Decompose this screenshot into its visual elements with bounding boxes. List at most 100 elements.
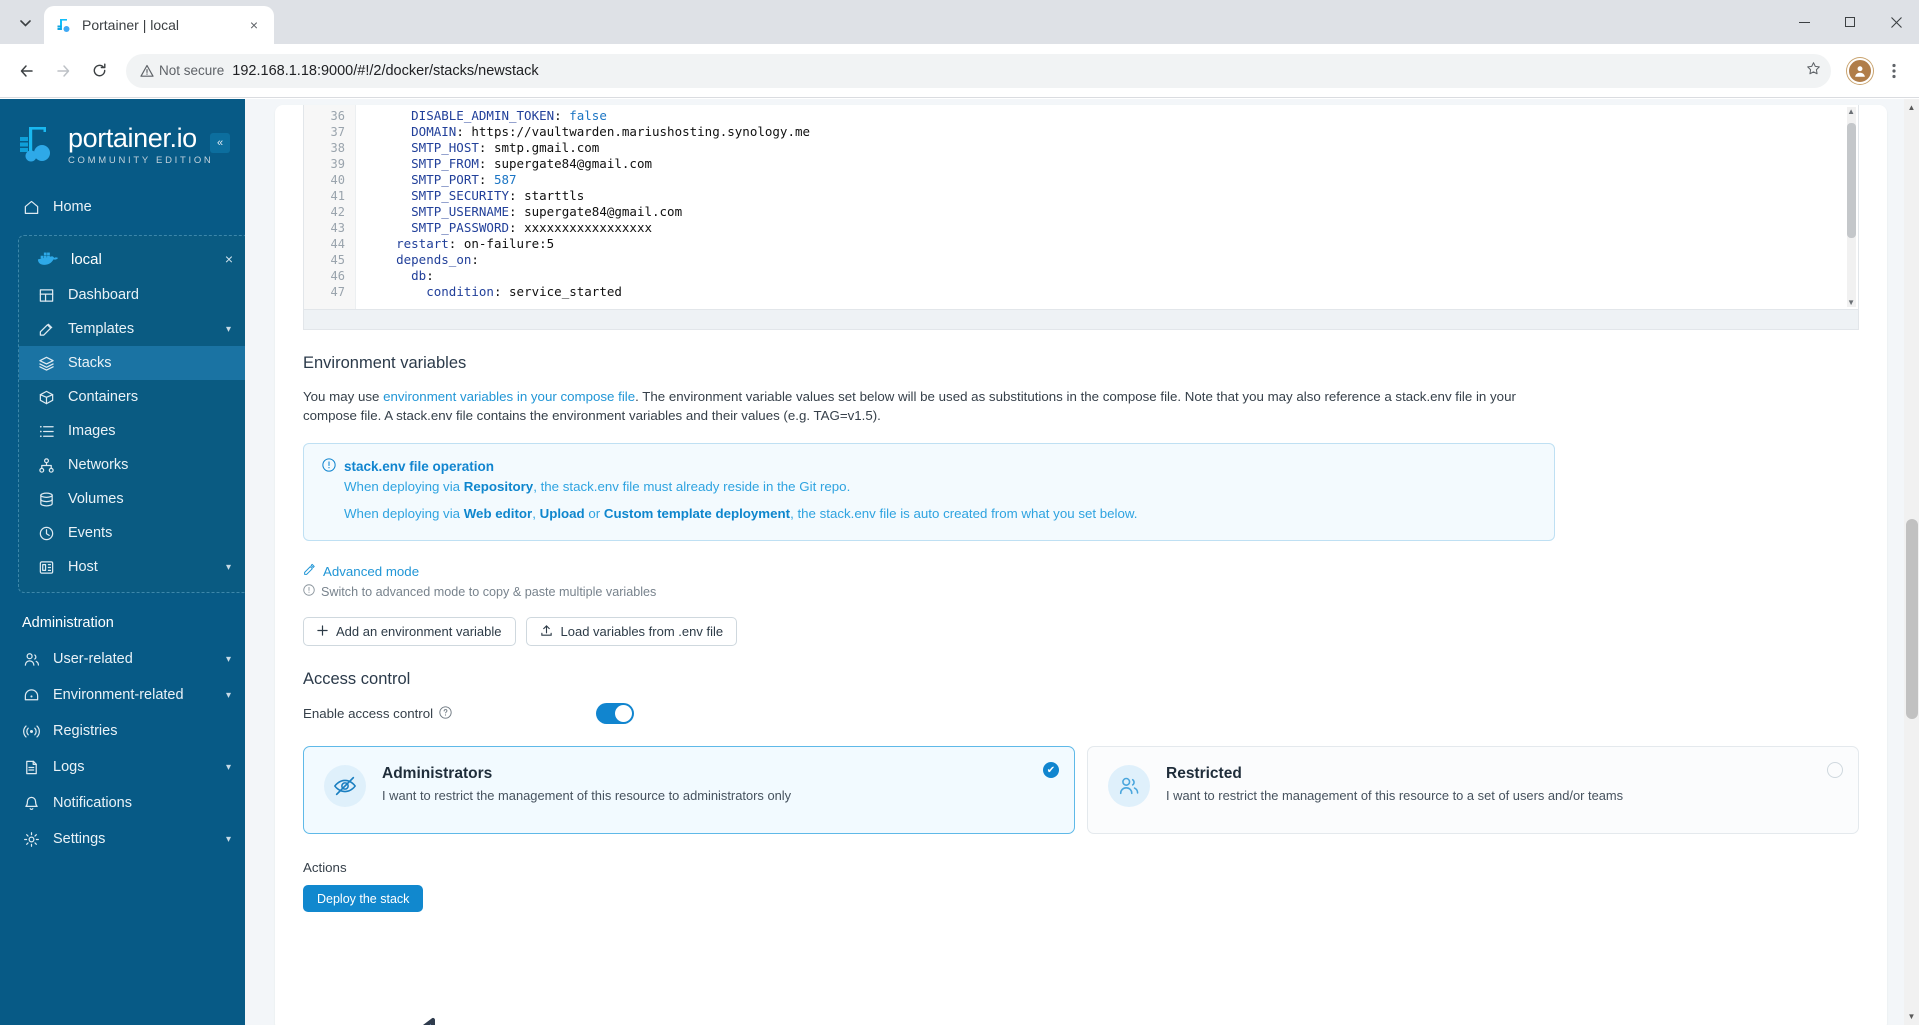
sidebar-item-volumes[interactable]: Volumes <box>19 482 245 516</box>
sidebar-environment-local[interactable]: local × <box>19 240 245 278</box>
sidebar-item-settings[interactable]: Settings ▾ <box>0 821 245 857</box>
deploy-the-stack-button[interactable]: Deploy the stack <box>303 885 424 912</box>
plus-icon <box>317 624 328 639</box>
chevron-down-icon[interactable]: ▾ <box>226 654 231 665</box>
sidebar-item-user-related[interactable]: User-related ▾ <box>0 641 245 677</box>
profile-avatar[interactable] <box>1847 57 1873 84</box>
url-text: 192.168.1.18:9000/#!/2/docker/stacks/new… <box>232 62 539 79</box>
maximize-button[interactable] <box>1827 0 1873 44</box>
advanced-mode-hint: Switch to advanced mode to copy & paste … <box>303 584 1859 599</box>
back-button[interactable] <box>10 54 44 88</box>
load-variables-label: Load variables from .env file <box>560 624 724 639</box>
sidebar-item-logs[interactable]: Logs ▾ <box>0 749 245 785</box>
sidebar-item-label: Volumes <box>68 491 124 507</box>
access-option-restricted[interactable]: Restricted I want to restrict the manage… <box>1087 746 1859 834</box>
sidebar-item-registries[interactable]: Registries <box>0 713 245 749</box>
editor-line-number: 40 <box>330 173 345 187</box>
sidebar-item-networks[interactable]: Networks <box>19 448 245 482</box>
tab-search-icon[interactable] <box>8 6 42 40</box>
page-scrollbar[interactable]: ▲ ▼ <box>1904 99 1919 1025</box>
sidebar-item-home[interactable]: Home <box>0 189 245 225</box>
tab-close-icon[interactable]: × <box>244 15 264 35</box>
bookmark-star-icon[interactable] <box>1806 61 1821 80</box>
access-option-administrators[interactable]: Administrators I want to restrict the ma… <box>303 746 1075 834</box>
line2-a: When deploying via <box>344 506 464 521</box>
access-option-radio[interactable] <box>1827 762 1843 778</box>
editor-scroll-thumb[interactable] <box>1847 123 1856 238</box>
enable-access-control-toggle[interactable] <box>596 703 635 724</box>
networks-icon <box>37 456 55 474</box>
sidebar-item-events[interactable]: Events <box>19 516 245 550</box>
advanced-mode-link[interactable]: Advanced mode <box>303 563 1859 579</box>
sidebar-item-images[interactable]: Images <box>19 414 245 448</box>
minimize-button[interactable] <box>1781 0 1827 44</box>
containers-icon <box>37 388 55 406</box>
sidebar-item-stacks[interactable]: Stacks <box>19 346 245 380</box>
question-circle-icon[interactable] <box>439 705 452 722</box>
editor-code[interactable]: DISABLE_ADMIN_TOKEN: false DOMAIN: https… <box>356 105 1858 309</box>
address-bar[interactable]: Not secure 192.168.1.18:9000/#!/2/docker… <box>126 53 1831 88</box>
environment-close-icon[interactable]: × <box>225 251 233 267</box>
editor-code-line: SMTP_PORT: 587 <box>411 172 517 187</box>
access-control-toggle-row: Enable access control <box>303 703 1859 724</box>
sidebar-item-templates[interactable]: Templates ▾ <box>19 312 245 346</box>
access-control-title: Access control <box>303 670 411 688</box>
close-window-button[interactable] <box>1873 0 1919 44</box>
chevron-down-icon[interactable]: ▾ <box>226 562 231 573</box>
reload-button[interactable] <box>82 54 116 88</box>
editor-line-number: 46 <box>330 269 345 283</box>
users-icon <box>1108 765 1150 807</box>
sidebar-collapse-button[interactable]: « <box>210 133 230 153</box>
main-content: 36 37 38 39 40 41 42 43 44 45 46 47 DISABLE_ADMIN_T… <box>245 99 1919 1025</box>
add-environment-variable-button[interactable]: Add an environment variable <box>303 617 516 646</box>
sidebar-item-dashboard[interactable]: Dashboard <box>19 278 245 312</box>
sidebar-item-label: Events <box>68 525 113 541</box>
sidebar-item-environment-related[interactable]: Environment-related ▾ <box>0 677 245 713</box>
brand-edition: COMMUNITY EDITION <box>68 154 214 166</box>
compose-editor[interactable]: 36 37 38 39 40 41 42 43 44 45 46 47 DISABLE_ADMIN_T… <box>303 105 1859 310</box>
environment-section: local × Dashboard Templates ▾ Stacks Contain… <box>18 235 245 593</box>
portainer-logo-icon <box>18 123 58 167</box>
chevron-down-icon[interactable]: ▾ <box>226 834 231 845</box>
templates-icon <box>37 320 55 338</box>
security-indicator[interactable]: Not secure <box>140 63 224 78</box>
docker-whale-icon <box>37 250 59 268</box>
environment-variables-title: Environment variables <box>303 354 467 372</box>
page-scroll-thumb[interactable] <box>1906 519 1918 719</box>
load-variables-button[interactable]: Load variables from .env file <box>525 617 738 646</box>
scroll-down-arrow-icon[interactable]: ▼ <box>1904 1008 1919 1025</box>
info-box-line-repository: When deploying via Repository, the stack… <box>344 476 1536 497</box>
editor-code-line: depends_on: <box>396 252 479 267</box>
access-option-selected-check-icon[interactable]: ✔ <box>1043 762 1059 778</box>
stacks-icon <box>37 354 55 372</box>
brand-text: portainer.io COMMUNITY EDITION <box>68 124 214 166</box>
chevron-down-icon[interactable]: ▾ <box>226 762 231 773</box>
tab-title: Portainer | local <box>82 17 180 33</box>
registries-icon <box>22 722 40 740</box>
logs-icon <box>22 758 40 776</box>
env-variable-buttons: Add an environment variable Load variabl… <box>303 617 1859 646</box>
sidebar-item-host[interactable]: Host ▾ <box>19 550 245 584</box>
home-icon <box>22 198 40 216</box>
chevron-down-icon[interactable]: ▾ <box>226 324 231 335</box>
forward-button[interactable] <box>46 54 80 88</box>
editor-scroll-up-icon[interactable]: ▲ <box>1847 107 1855 116</box>
browser-tab[interactable]: Portainer | local × <box>44 6 274 44</box>
compose-file-link[interactable]: environment variables in your compose fi… <box>383 389 635 404</box>
editor-scrollbar[interactable]: ▲ ▼ <box>1847 107 1856 307</box>
sidebar-item-notifications[interactable]: Notifications <box>0 785 245 821</box>
sidebar-item-label: Networks <box>68 457 129 473</box>
chevron-down-icon[interactable]: ▾ <box>226 690 231 701</box>
sidebar-item-label: Stacks <box>68 355 112 371</box>
para-part-1: You may use <box>303 389 384 404</box>
scroll-up-arrow-icon[interactable]: ▲ <box>1904 99 1919 116</box>
line1-c: , the stack.env file must already reside… <box>533 479 851 494</box>
brand-logo-block: portainer.io COMMUNITY EDITION « <box>0 109 245 185</box>
browser-window: Portainer | local × Not secure 192.168.1… <box>0 0 1919 1025</box>
environment-nav-list: Dashboard Templates ▾ Stacks Containers Image… <box>19 278 245 584</box>
line1-a: When deploying via <box>344 479 464 494</box>
browser-menu-icon[interactable] <box>1879 56 1909 86</box>
editor-scroll-down-icon[interactable]: ▼ <box>1847 298 1855 307</box>
sidebar-item-containers[interactable]: Containers <box>19 380 245 414</box>
line2-customtemplate: Custom template deployment <box>603 506 791 521</box>
